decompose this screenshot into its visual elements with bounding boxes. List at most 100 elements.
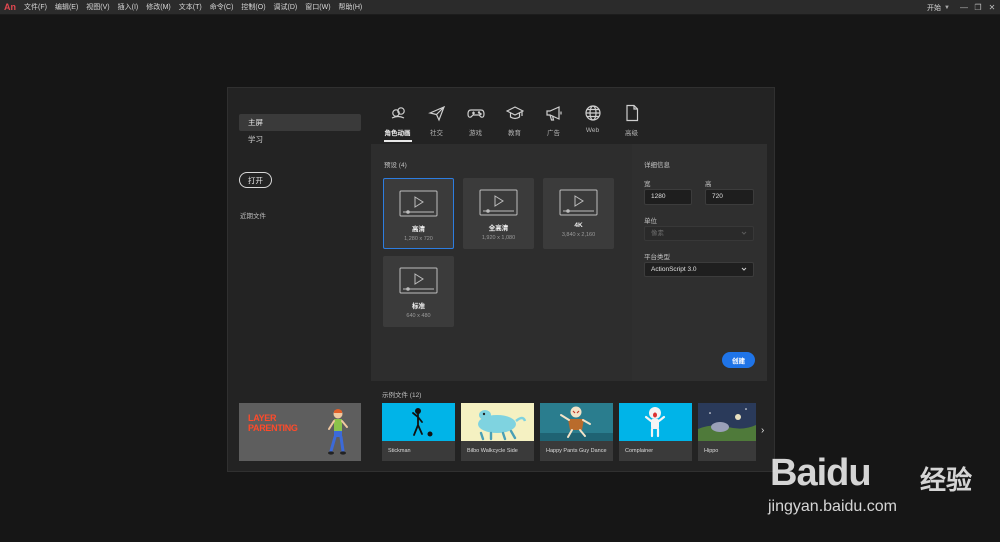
sample-thumbnail — [540, 403, 613, 441]
tab-games[interactable]: 游戏 — [456, 104, 495, 142]
chevron-down-icon[interactable]: ▼ — [944, 5, 950, 11]
preset-card-standard[interactable]: 标准 640 x 480 — [383, 256, 454, 327]
menu-insert[interactable]: 插入(I) — [114, 0, 143, 15]
menu-control[interactable]: 控制(O) — [237, 0, 269, 15]
menu-modify[interactable]: 修改(M) — [142, 0, 175, 15]
details-title: 详细信息 — [644, 162, 670, 169]
nav-item-learn[interactable]: 学习 — [239, 131, 361, 148]
preset-name: 标准 — [412, 303, 425, 310]
platform-select[interactable]: ActionScript 3.0 — [644, 262, 754, 277]
height-label: 高 — [705, 181, 712, 188]
tab-label: 教育 — [508, 130, 521, 137]
megaphone-icon — [545, 106, 562, 121]
sample-card-bilbo[interactable]: Bilbo Walkcycle Side — [461, 403, 534, 461]
preset-card-full-hd[interactable]: 全高清 1,920 x 1,080 — [463, 178, 534, 249]
close-button[interactable]: ✕ — [986, 0, 998, 15]
open-button[interactable]: 打开 — [239, 172, 272, 188]
document-icon — [625, 104, 638, 122]
restore-button[interactable]: ❐ — [972, 0, 984, 15]
layer-parenting-promo[interactable]: LAYER PARENTING — [239, 403, 361, 461]
create-button[interactable]: 创建 — [722, 352, 755, 368]
sample-name: Bilbo Walkcycle Side — [467, 448, 518, 454]
tab-label: 高级 — [625, 130, 638, 137]
preset-size: 3,840 x 2,160 — [561, 232, 596, 238]
watermark-brand: Baidu — [770, 452, 872, 494]
platform-value: ActionScript 3.0 — [651, 266, 697, 273]
sample-card-complainer[interactable]: Complainer — [619, 403, 692, 461]
baidu-watermark: Baidu 经验 jingyan.baidu.com — [768, 434, 1000, 542]
unit-label: 单位 — [644, 218, 657, 225]
width-label: 宽 — [644, 181, 651, 188]
width-input[interactable]: 1280 — [644, 189, 692, 205]
preset-size: 640 x 480 — [406, 313, 431, 319]
promo-character-illustration — [328, 409, 348, 455]
tab-web[interactable]: Web — [573, 104, 612, 142]
preset-card-4k[interactable]: 4K 3,840 x 2,160 — [543, 178, 614, 249]
menu-commands[interactable]: 命令(C) — [206, 0, 238, 15]
menu-window[interactable]: 窗口(W) — [301, 0, 334, 15]
tab-label: 游戏 — [469, 130, 482, 137]
menu-view[interactable]: 视图(V) — [82, 0, 113, 15]
height-input[interactable]: 720 — [705, 189, 754, 205]
active-tab-indicator — [383, 140, 412, 142]
menu-help[interactable]: 帮助(H) — [335, 0, 367, 15]
tab-advertising[interactable]: 广告 — [534, 104, 573, 142]
preset-size: 1,920 x 1,080 — [481, 235, 516, 241]
preset-name: 4K — [574, 222, 583, 229]
gamepad-icon — [466, 109, 485, 118]
menu-items: 文件(F) 编辑(E) 视图(V) 插入(I) 修改(M) 文本(T) 命令(C… — [20, 0, 366, 15]
preset-name: 全高清 — [488, 225, 509, 232]
menu-file[interactable]: 文件(F) — [20, 0, 51, 15]
app-logo-icon: An — [4, 2, 16, 12]
category-tabs: 角色动画 社交 游戏 教育 广告 Web 高级 — [378, 104, 651, 142]
hippo-illustration — [698, 408, 756, 441]
sample-thumbnail — [382, 403, 455, 441]
samples-label: 示例文件 (12) — [382, 392, 422, 399]
sample-name: Stickman — [388, 448, 411, 454]
stickman-illustration — [412, 408, 433, 437]
nav-item-home[interactable]: 主屏 — [239, 114, 361, 131]
minimize-button[interactable]: — — [958, 0, 970, 15]
workspace-switcher[interactable]: 开始 — [927, 3, 944, 13]
sample-thumbnail — [619, 403, 692, 441]
watermark-brand-cn: 经验 — [920, 465, 973, 495]
tab-character-animation[interactable]: 角色动画 — [378, 104, 417, 142]
character-animation-icon — [391, 107, 405, 119]
tab-social[interactable]: 社交 — [417, 104, 456, 142]
home-screen: 主屏 学习 打开 近期文件 LAYER PARENTING 角色动画 社交 游戏… — [227, 87, 775, 472]
menubar-right: 开始 ▼ — ❐ ✕ — [927, 0, 1000, 15]
menu-text[interactable]: 文本(T) — [175, 0, 206, 15]
video-preset-icon — [479, 189, 518, 216]
chevron-down-icon — [741, 231, 747, 235]
tab-label: Web — [585, 127, 600, 134]
video-preset-icon — [399, 267, 438, 294]
tab-label: 广告 — [547, 130, 560, 137]
sample-card-hippo[interactable]: Hippo — [698, 403, 756, 461]
left-nav: 主屏 学习 — [239, 114, 361, 148]
sample-name: Happy Pants Guy Dance — [546, 448, 607, 454]
menu-debug[interactable]: 调试(D) — [270, 0, 302, 15]
complainer-illustration — [644, 407, 666, 438]
bilbo-illustration — [478, 410, 527, 441]
presets-label: 预设 (4) — [384, 162, 407, 169]
platform-label: 平台类型 — [644, 254, 670, 261]
tab-label: 角色动画 — [384, 130, 411, 137]
menu-edit[interactable]: 编辑(E) — [51, 0, 82, 15]
happy-pants-illustration — [540, 406, 613, 441]
preset-card-hd[interactable]: 高清 1,280 x 720 — [383, 178, 454, 249]
sample-card-happy-pants[interactable]: Happy Pants Guy Dance — [540, 403, 613, 461]
sample-card-stickman[interactable]: Stickman — [382, 403, 455, 461]
preset-name: 高清 — [412, 226, 425, 233]
unit-select[interactable]: 像素 — [644, 226, 754, 241]
presets-panel: 预设 (4) 高清 1,280 x 720 全高清 1,920 x 1,080 … — [371, 144, 632, 381]
send-icon — [427, 105, 445, 122]
details-panel: 详细信息 宽 高 1280 720 单位 像素 平台类型 ActionScrip… — [632, 144, 767, 381]
promo-title: LAYER PARENTING — [248, 413, 298, 433]
menu-bar: An 文件(F) 编辑(E) 视图(V) 插入(I) 修改(M) 文本(T) 命… — [0, 0, 1000, 15]
tab-advanced[interactable]: 高级 — [612, 104, 651, 142]
chevron-down-icon — [741, 267, 747, 271]
tab-education[interactable]: 教育 — [495, 104, 534, 142]
sample-name: Hippo — [704, 448, 719, 454]
video-preset-icon — [559, 189, 598, 216]
chevron-right-icon[interactable]: › — [761, 425, 764, 436]
